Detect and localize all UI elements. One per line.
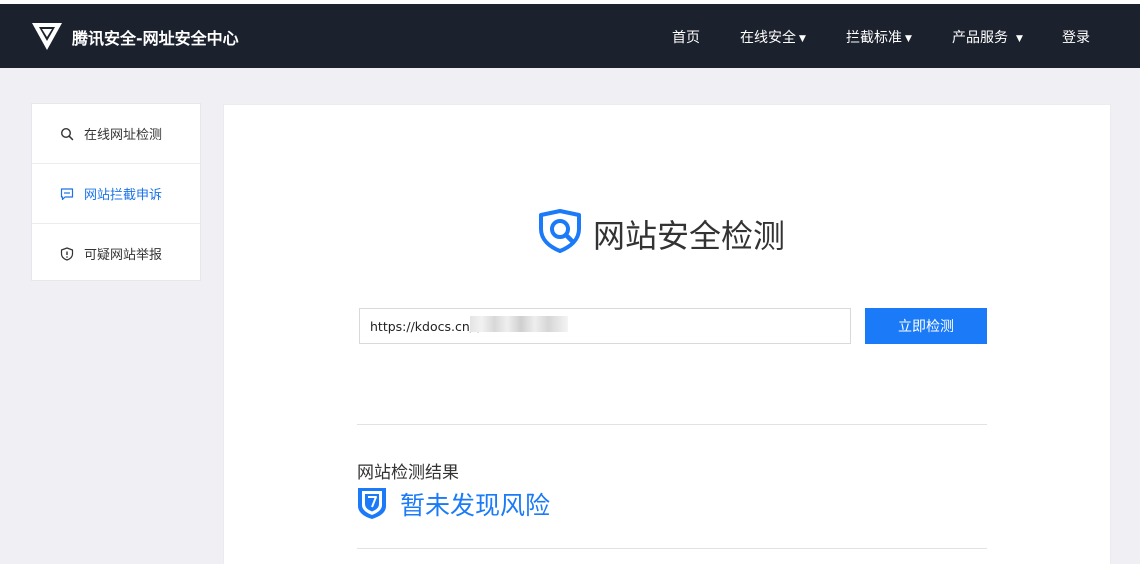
sidebar-item-label: 可疑网站举报: [84, 248, 163, 263]
url-input[interactable]: [359, 308, 851, 344]
nav-home[interactable]: 首页: [672, 27, 700, 47]
nav-login[interactable]: 登录: [1062, 27, 1090, 47]
page-title: 网站安全检测: [593, 217, 786, 255]
nav-online-security[interactable]: 在线安全 ▼: [740, 27, 806, 47]
sidebar-item-url-check[interactable]: 在线网址检测: [32, 104, 200, 163]
sidebar-item-appeal[interactable]: 网站拦截申诉: [32, 164, 200, 223]
nav-block-standards-label: 拦截标准: [846, 30, 902, 46]
check-now-button[interactable]: 立即检测: [865, 308, 987, 344]
shield-check-icon: [358, 488, 386, 519]
redacted-url-segment: [470, 316, 568, 332]
top-navbar: 腾讯安全-网址安全中心 首页 在线安全 ▼ 拦截标准 ▼ 产品服务 ▼ 登录: [0, 4, 1140, 68]
nav-block-standards[interactable]: 拦截标准 ▼: [846, 27, 912, 47]
sidebar-item-report[interactable]: 可疑网站举报: [32, 224, 200, 283]
tencent-security-logo-icon[interactable]: [30, 20, 64, 52]
chat-bubble-icon: [60, 187, 74, 200]
result-status: 暂未发现风险: [400, 491, 551, 520]
sidebar: 在线网址检测 网站拦截申诉 可疑网站举报: [31, 103, 201, 281]
shield-alert-icon: [60, 246, 74, 261]
nav-home-label: 首页: [672, 30, 700, 46]
caret-down-icon: ▼: [905, 34, 912, 44]
nav-products[interactable]: 产品服务 ▼: [952, 27, 1023, 47]
sidebar-item-label: 网站拦截申诉: [84, 188, 163, 203]
search-icon: [60, 127, 74, 140]
caret-down-icon: ▼: [799, 34, 806, 44]
result-heading: 网站检测结果: [357, 463, 459, 483]
shield-search-icon: [539, 209, 581, 253]
nav-products-label: 产品服务: [952, 30, 1008, 46]
sidebar-item-label: 在线网址检测: [84, 128, 163, 143]
caret-down-icon: ▼: [1016, 34, 1023, 44]
nav-online-security-label: 在线安全: [740, 30, 796, 46]
site-title[interactable]: 腾讯安全-网址安全中心: [72, 25, 239, 49]
divider: [357, 424, 987, 425]
divider: [357, 548, 987, 549]
nav-login-label: 登录: [1062, 30, 1090, 46]
